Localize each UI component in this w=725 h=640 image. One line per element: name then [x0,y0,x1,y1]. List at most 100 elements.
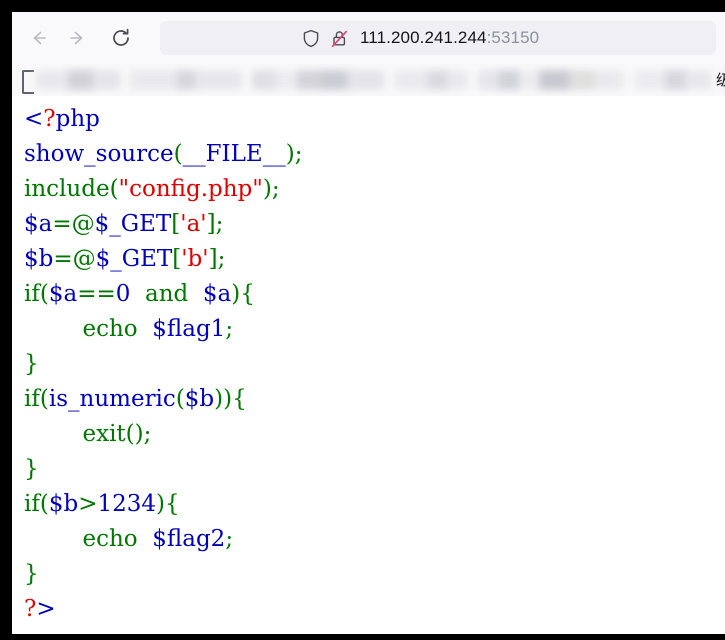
code-token: ) [156,491,166,517]
code-token: ( [109,176,119,202]
code-token: "config.php" [118,176,263,202]
navigation-toolbar: 111.200.241.244:53150 [12,12,725,64]
code-token: and [130,281,203,307]
code-token: { [165,491,180,517]
bookmark-redacted-label [36,70,120,90]
browser-window: 111.200.241.244:53150 <?php show_source(… [0,0,725,640]
code-token: } [24,456,39,482]
code-token: 0 [115,281,131,307]
code-token: include [24,176,110,202]
code-token: $b [184,386,215,412]
code-token: __FILE__ [182,141,286,167]
code-token: echo [24,316,153,342]
code-token: } [24,561,39,587]
reload-button[interactable] [104,21,138,55]
code-token: ; [225,316,234,342]
bookmark-redacted-label [478,70,624,90]
page-content: <?php show_source(__FILE__); include("co… [12,96,725,634]
code-token: { [232,386,247,412]
url-host: 111.200.241.244 [360,28,487,47]
code-token: $a [24,211,53,237]
shield-icon[interactable] [300,27,322,49]
code-token: $b [24,246,54,272]
code-token: = [53,246,73,272]
list-item[interactable] [634,70,712,90]
code-token: ? [43,106,56,132]
bookmarks-bar[interactable]: 级 [12,64,725,96]
code-token: ) [262,176,272,202]
forward-button[interactable] [60,21,94,55]
code-token: [ [171,211,181,237]
code-token: ] [206,211,216,237]
code-token: exit [24,421,126,447]
bookmark-redacted-label [394,70,468,90]
code-token: 'b' [181,246,209,272]
code-token: ( [175,386,185,412]
code-token: 1234 [97,491,157,517]
back-arrow-icon [33,31,46,45]
code-token: ( [39,386,49,412]
code-token: $_GET [95,246,173,272]
code-token: $flag1 [152,316,226,342]
code-token: $a [202,281,232,307]
code-token: == [77,281,116,307]
lock-crossed-icon[interactable] [328,27,350,49]
list-item[interactable] [36,70,120,90]
bookmark-redacted-label [634,70,712,90]
list-item[interactable] [394,70,468,90]
url-text: 111.200.241.244:53150 [360,28,539,48]
code-token: { [240,281,255,307]
address-bar[interactable]: 111.200.241.244:53150 [160,21,716,55]
code-token: ; [271,176,280,202]
code-token: if [24,386,40,412]
shield-glyph [303,29,319,47]
code-token: ; [217,246,226,272]
list-item[interactable] [478,70,624,90]
code-token: is_numeric [48,386,176,412]
list-item[interactable] [252,70,384,90]
code-token: echo [24,526,153,552]
back-button[interactable] [22,21,56,55]
code-token: $flag2 [152,526,226,552]
code-token: show_source [24,141,174,167]
code-token: $b [48,491,79,517]
url-port: :53150 [486,28,540,47]
php-source-listing: <?php show_source(__FILE__); include("co… [24,102,302,627]
code-token: @ [72,246,96,272]
code-token: ; [143,421,152,447]
code-token: ] [208,246,218,272]
code-token: @ [71,211,95,237]
insecure-lock-glyph [331,30,347,47]
code-token: $a [48,281,78,307]
code-token: = [52,211,72,237]
code-token: ) [223,386,233,412]
code-token: ) [214,386,224,412]
code-token: ? [24,596,37,622]
code-token: ; [225,526,234,552]
bookmark-redacted-label [130,70,242,90]
forward-arrow-icon [70,31,83,45]
code-token: } [24,351,39,377]
code-token: ( [39,281,49,307]
code-token: ( [39,491,49,517]
code-token: $_GET [94,211,172,237]
code-token: > [78,491,98,517]
code-token: ( [125,421,135,447]
bookmark-redacted-label [252,70,384,90]
reload-icon [113,28,129,46]
code-token: > [36,596,56,622]
browser-chrome: 111.200.241.244:53150 [12,12,725,96]
address-bar-icons [300,27,356,49]
bookmark-cjk-label[interactable]: 级 [716,69,725,90]
code-token: ; [215,211,224,237]
code-token: ) [231,281,241,307]
code-token: ) [134,421,144,447]
code-token: < [24,106,44,132]
code-token: if [24,281,40,307]
code-token: ; [294,141,303,167]
code-token: 'a' [180,211,207,237]
list-item[interactable] [130,70,242,90]
bookmark-bracket-glyph [22,70,34,94]
code-token: php [55,106,100,132]
code-token: ) [285,141,295,167]
